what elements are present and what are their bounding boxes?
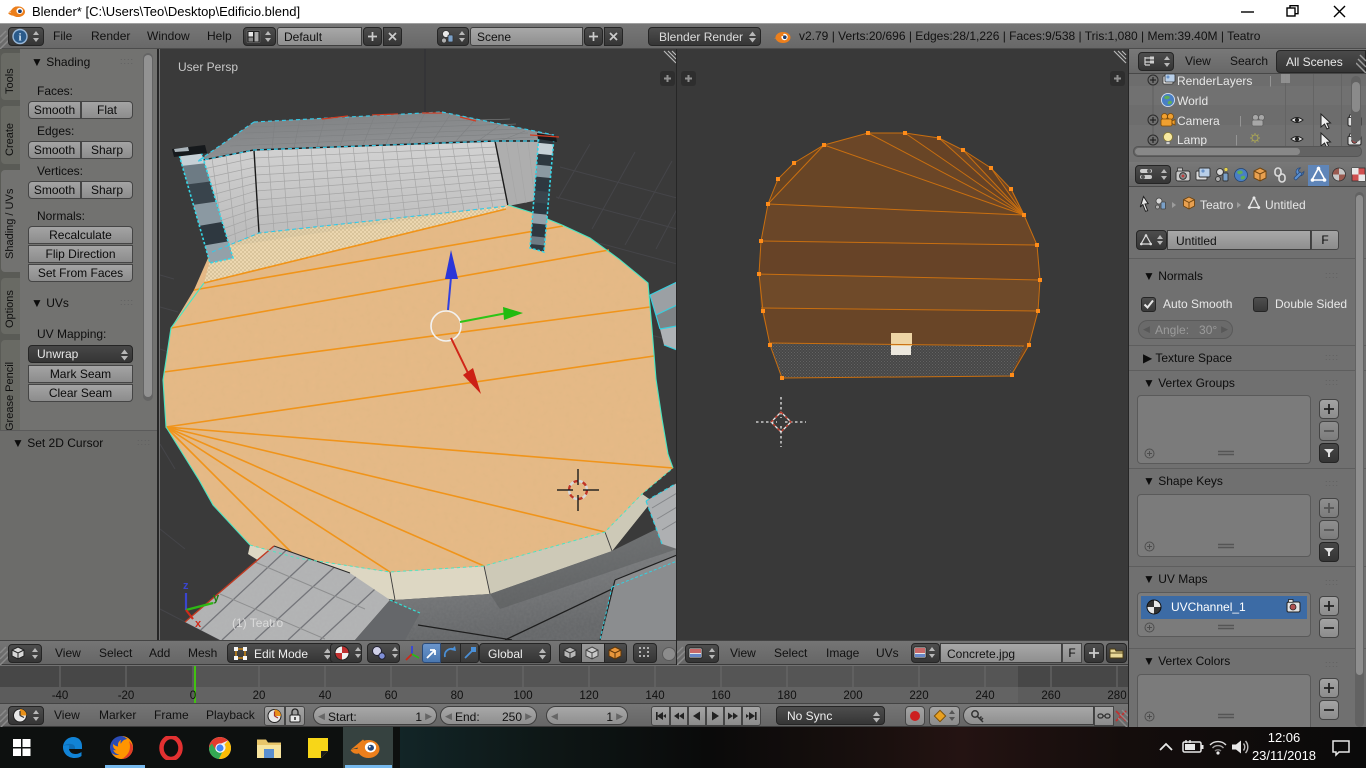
svg-text:20: 20 — [253, 690, 266, 702]
svg-text:-40: -40 — [52, 690, 69, 702]
svg-text:140: 140 — [645, 690, 664, 702]
svg-text:180: 180 — [777, 690, 796, 702]
svg-text:User Persp: User Persp — [178, 60, 238, 74]
svg-text:i: i — [18, 32, 21, 44]
svg-text:|: | — [1239, 115, 1242, 127]
svg-text:280: 280 — [1107, 690, 1126, 702]
svg-text:z: z — [183, 580, 189, 592]
svg-text:40: 40 — [319, 690, 332, 702]
svg-text:100: 100 — [513, 690, 532, 702]
svg-text:260: 260 — [1041, 690, 1060, 702]
svg-text:160: 160 — [711, 690, 730, 702]
svg-text:y: y — [213, 592, 220, 604]
svg-text:World: World — [1177, 94, 1208, 108]
svg-text:0: 0 — [190, 690, 196, 702]
svg-text:|: | — [1235, 134, 1238, 146]
svg-text:-20: -20 — [118, 690, 135, 702]
svg-text:RenderLayers: RenderLayers — [1177, 74, 1252, 88]
svg-text:60: 60 — [385, 690, 398, 702]
svg-text:220: 220 — [909, 690, 928, 702]
svg-text:(1) Teatro: (1) Teatro — [232, 616, 283, 630]
svg-text:Lamp: Lamp — [1177, 133, 1207, 146]
svg-text:80: 80 — [451, 690, 464, 702]
svg-text:200: 200 — [843, 690, 862, 702]
svg-text:Teatro: Teatro — [1200, 198, 1234, 212]
svg-text:Untitled: Untitled — [1265, 198, 1306, 212]
svg-text:x: x — [195, 618, 202, 630]
svg-text:240: 240 — [975, 690, 994, 702]
svg-text:|: | — [1269, 75, 1272, 87]
svg-text:Camera: Camera — [1177, 114, 1220, 128]
svg-text:120: 120 — [579, 690, 598, 702]
